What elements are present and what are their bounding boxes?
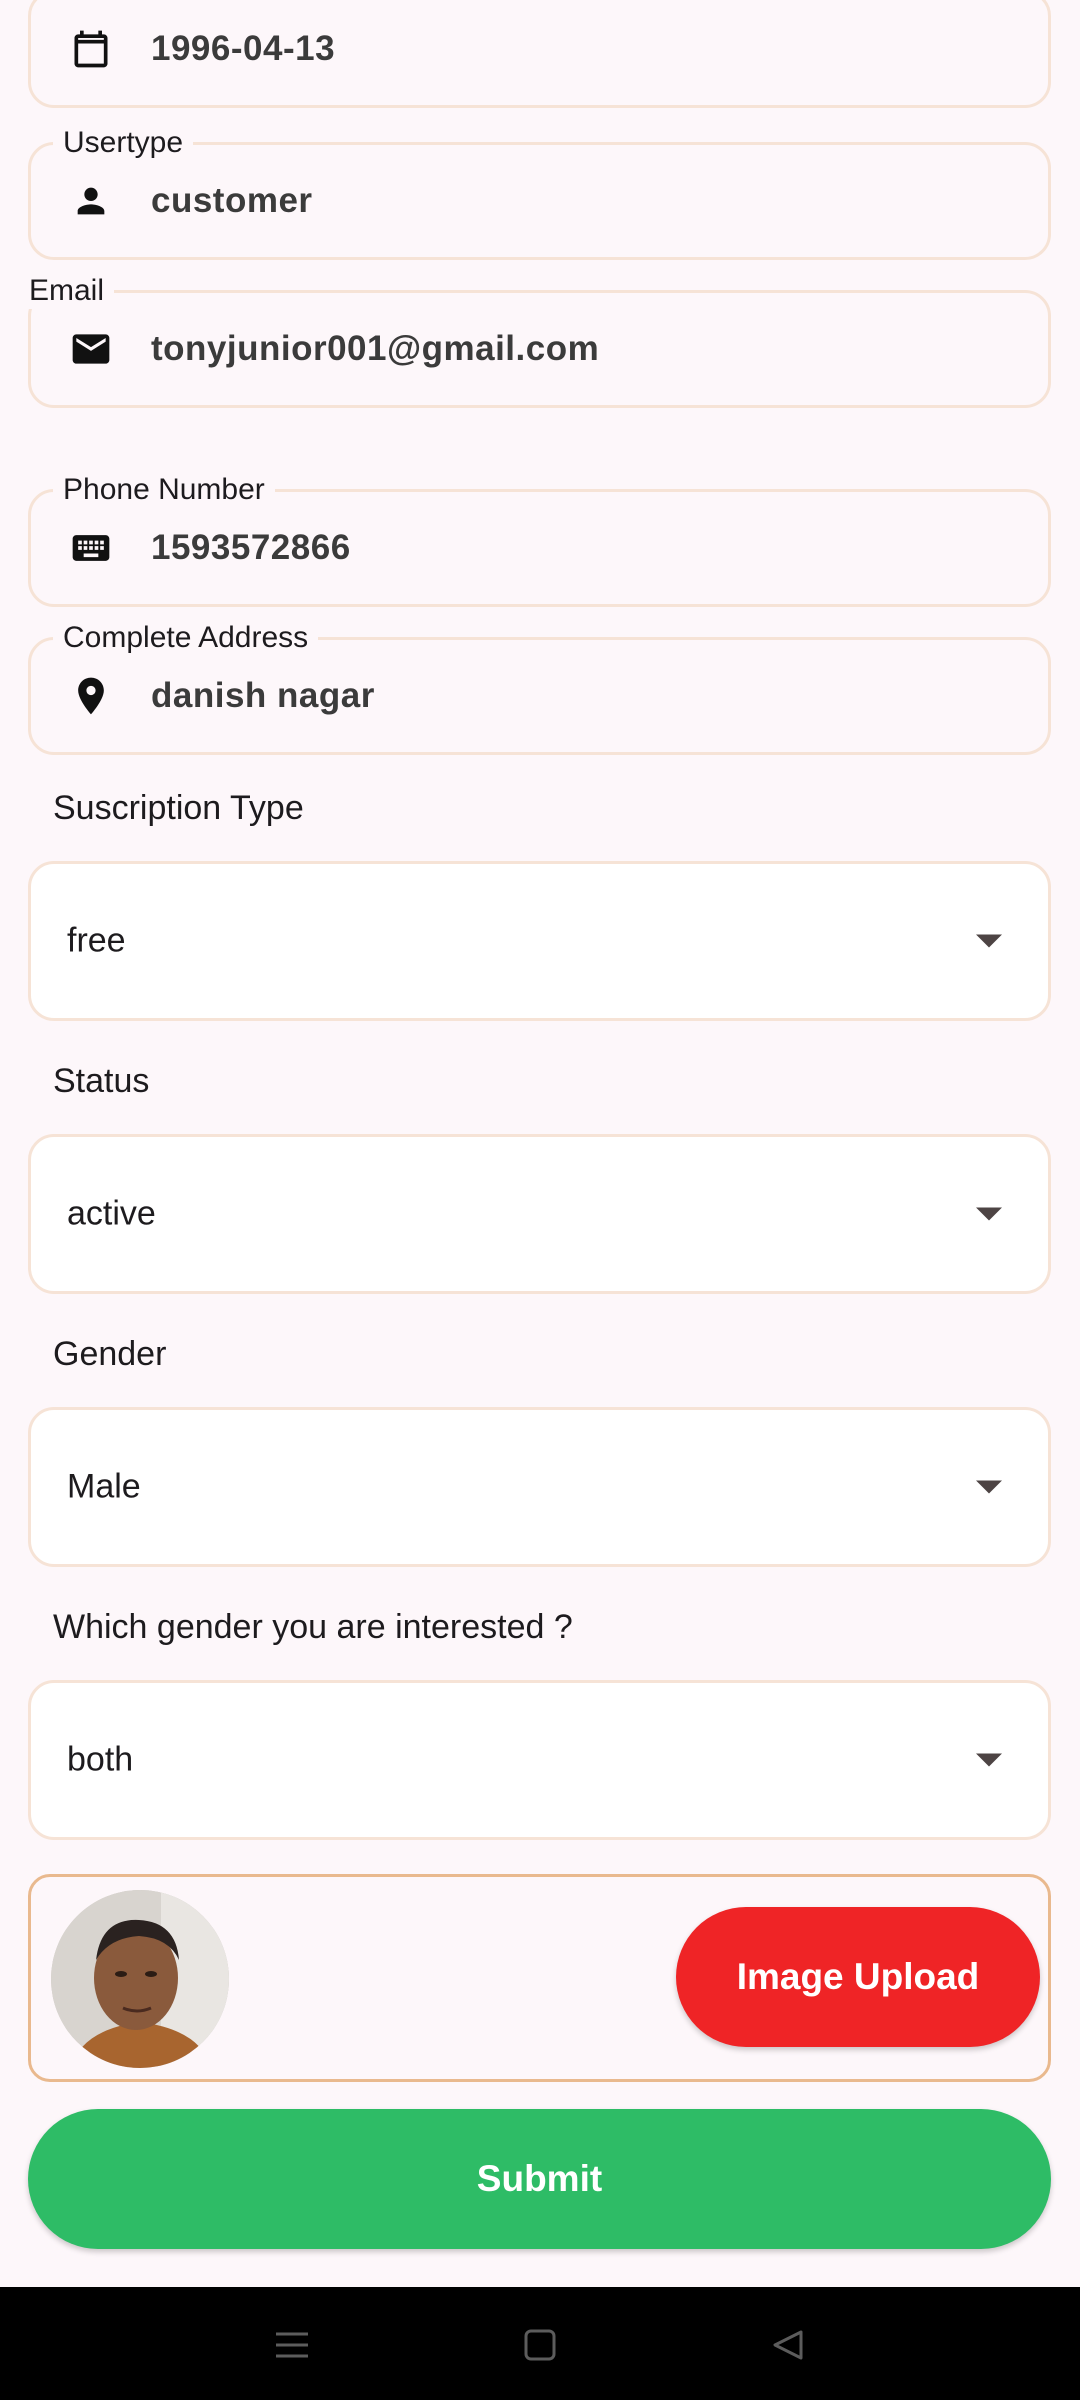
submit-button[interactable]: Submit	[28, 2109, 1051, 2249]
interested-gender-dropdown[interactable]: both	[28, 1680, 1051, 1840]
phone-value: 1593572866	[151, 528, 351, 567]
status-value: active	[67, 1194, 156, 1233]
back-triangle-icon[interactable]	[758, 2317, 818, 2373]
location-pin-icon	[67, 672, 115, 720]
image-upload-button[interactable]: Image Upload	[676, 1907, 1040, 2047]
subscription-type-dropdown[interactable]: free	[28, 861, 1051, 1021]
usertype-field[interactable]: Usertype customer	[28, 125, 1051, 260]
phone-field[interactable]: Phone Number 1593572866	[28, 472, 1051, 607]
chevron-down-icon	[976, 1480, 1002, 1494]
usertype-value: customer	[151, 181, 313, 220]
address-label: Complete Address	[53, 620, 319, 656]
email-field[interactable]: Email tonyjunior001@gmail.com	[19, 273, 1051, 408]
address-value: danish nagar	[151, 676, 375, 715]
interested-gender-value: both	[67, 1740, 134, 1779]
calendar-icon	[67, 25, 115, 73]
status-label: Status	[53, 1062, 150, 1100]
mail-icon	[67, 325, 115, 373]
status-dropdown[interactable]: active	[28, 1134, 1051, 1294]
person-icon	[67, 177, 115, 225]
keyboard-icon	[67, 524, 115, 572]
gender-label: Gender	[53, 1335, 167, 1373]
phone-label: Phone Number	[53, 472, 275, 508]
image-upload-section: Image Upload	[28, 1874, 1051, 2082]
system-navigation-bar	[0, 2287, 1080, 2400]
email-value: tonyjunior001@gmail.com	[151, 329, 600, 368]
email-label: Email	[19, 273, 115, 309]
usertype-label: Usertype	[53, 125, 194, 161]
chevron-down-icon	[976, 1207, 1002, 1221]
gender-value: Male	[67, 1467, 141, 1506]
subscription-type-label: Suscription Type	[53, 789, 304, 827]
interested-gender-label: Which gender you are interested ?	[53, 1608, 573, 1646]
address-field[interactable]: Complete Address danish nagar	[28, 620, 1051, 755]
gender-dropdown[interactable]: Male	[28, 1407, 1051, 1567]
chevron-down-icon	[976, 1753, 1002, 1767]
date-of-birth-field[interactable]: 1996-04-13	[28, 0, 1051, 108]
chevron-down-icon	[976, 934, 1002, 948]
home-square-icon[interactable]	[510, 2317, 570, 2373]
avatar	[51, 1890, 229, 2068]
menu-icon[interactable]	[262, 2317, 322, 2373]
date-of-birth-value: 1996-04-13	[151, 29, 336, 68]
subscription-type-value: free	[67, 921, 126, 960]
